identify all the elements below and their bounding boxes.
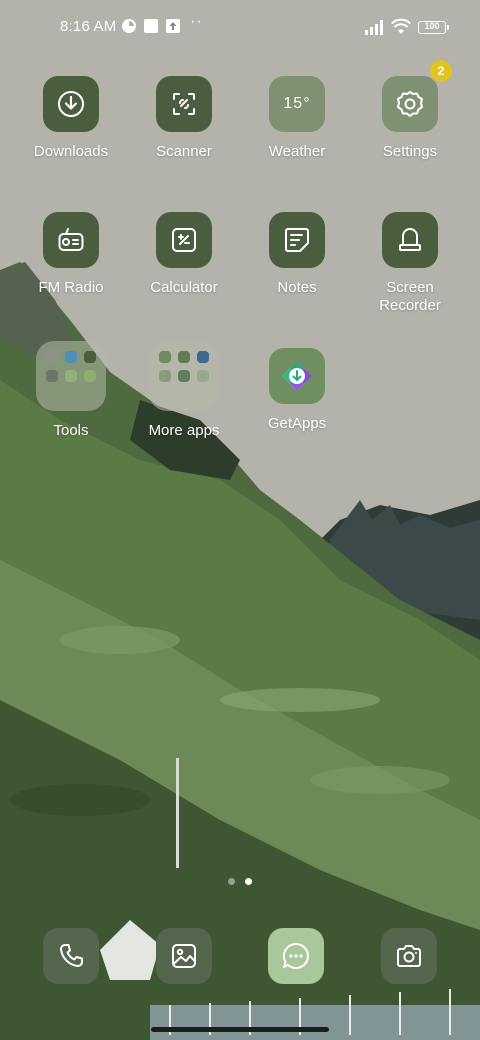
screen-recorder-tile[interactable] [382, 212, 438, 268]
dock-camera[interactable] [381, 928, 437, 984]
app-label: FM Radio [38, 279, 104, 296]
mini-app-icon [178, 351, 190, 363]
square-notification-icon [144, 19, 158, 33]
weather-tile[interactable]: 15° [269, 76, 325, 132]
app-label: Notes [277, 279, 317, 296]
camera-icon [397, 945, 421, 967]
app-label: Weather [268, 143, 326, 160]
getapps-icon [282, 361, 312, 391]
app-label: Downloads [33, 143, 109, 160]
screen-recorder-icon [399, 228, 421, 251]
download-arrow-icon [58, 91, 84, 117]
weather-temp-icon: 15° [283, 95, 311, 112]
home-indicator-bar[interactable] [151, 1027, 329, 1032]
mini-app-icon [84, 351, 96, 363]
mini-app-icon [84, 370, 96, 382]
app-downloads[interactable]: Downloads [15, 76, 127, 161]
fm-radio-tile[interactable] [43, 212, 99, 268]
app-label: GetApps [267, 415, 327, 432]
page-indicator [228, 878, 254, 886]
app-label: Screen Recorder [354, 279, 466, 315]
app-label: Tools [53, 422, 89, 439]
wifi-icon [391, 18, 411, 34]
calculator-icon [172, 228, 196, 252]
phone-icon [60, 944, 83, 967]
more-notifications-indicator: ·· [190, 13, 203, 30]
dock-phone[interactable] [43, 928, 99, 984]
dock-gallery[interactable] [156, 928, 212, 984]
status-bar: 8:16 AM ·· 100 [0, 0, 480, 56]
mini-app-icon [46, 351, 58, 363]
more-apps-folder-tile[interactable] [149, 341, 219, 411]
downloads-tile[interactable] [43, 76, 99, 132]
mini-app-icon [197, 351, 209, 363]
app-label-line1: Screen [386, 279, 434, 296]
mini-app-icon [159, 351, 171, 363]
app-fm-radio[interactable]: FM Radio [15, 212, 127, 297]
mini-app-icon [159, 370, 171, 382]
mini-app-icon [65, 370, 77, 382]
app-calculator[interactable]: Calculator [128, 212, 240, 297]
page-dot-active[interactable] [245, 878, 252, 885]
settings-tile[interactable] [382, 76, 438, 132]
mini-app-icon [46, 370, 58, 382]
app-notes[interactable]: Notes [241, 212, 353, 297]
gear-icon [397, 91, 423, 117]
calculator-tile[interactable] [156, 212, 212, 268]
gallery-icon [172, 944, 196, 968]
mini-app-icon [65, 351, 77, 363]
battery-level: 100 [424, 21, 440, 31]
notes-tile[interactable] [269, 212, 325, 268]
getapps-tile[interactable] [269, 348, 325, 404]
folder-tools[interactable]: Tools [15, 341, 127, 440]
mini-app-icon [178, 370, 190, 382]
data-saver-icon [122, 19, 136, 33]
upload-arrow-icon [166, 19, 180, 33]
tools-folder-tile[interactable] [36, 341, 106, 411]
signal-bars-icon [365, 20, 383, 35]
app-screen-recorder[interactable]: Screen Recorder [354, 212, 466, 315]
scanner-icon [173, 93, 195, 115]
page-dot[interactable] [228, 878, 235, 885]
app-label: Scanner [156, 143, 212, 160]
folder-more-apps[interactable]: More apps [128, 341, 240, 440]
app-label: Settings [382, 143, 438, 160]
app-label: More apps [148, 422, 220, 439]
app-settings[interactable]: Settings [354, 76, 466, 161]
app-label: Calculator [150, 279, 218, 296]
settings-notification-badge: 2 [430, 60, 452, 82]
app-weather[interactable]: 15° Weather [241, 76, 353, 161]
battery-icon: 100 [418, 21, 449, 34]
message-bubble-icon [282, 942, 309, 969]
app-getapps[interactable]: GetApps [241, 348, 353, 433]
app-scanner[interactable]: Scanner [128, 76, 240, 161]
status-time: 8:16 AM [60, 18, 117, 35]
scanner-tile[interactable] [156, 76, 212, 132]
mini-app-icon [197, 370, 209, 382]
radio-icon [58, 228, 84, 251]
dock-messages[interactable] [268, 928, 324, 984]
app-label-line2: Recorder [379, 297, 441, 314]
notes-icon [285, 228, 309, 252]
